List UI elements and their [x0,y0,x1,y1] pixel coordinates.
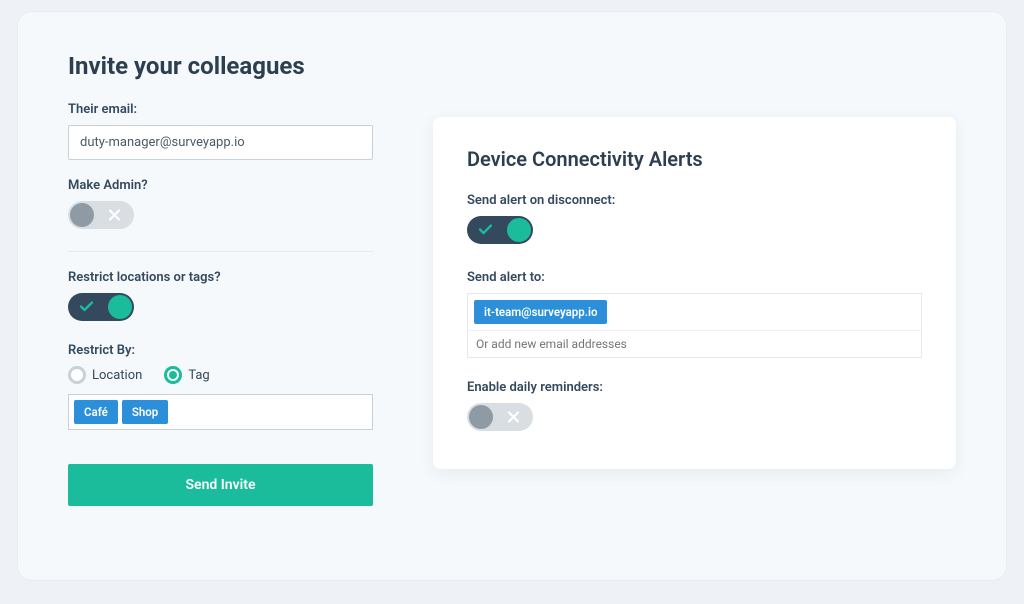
card-title: Device Connectivity Alerts [467,147,922,171]
radio-tag[interactable]: Tag [164,366,209,384]
reminders-label: Enable daily reminders: [467,380,922,395]
disconnect-toggle[interactable] [467,216,533,244]
radio-circle-icon [164,366,182,384]
make-admin-label: Make Admin? [68,178,373,193]
alert-email-box: it-team@surveyapp.io [467,293,922,358]
invite-form: Invite your colleagues Their email: Make… [68,52,373,506]
send-invite-button[interactable]: Send Invite [68,464,373,506]
radio-circle-icon [68,366,86,384]
check-icon [479,225,492,236]
x-icon [508,412,519,423]
email-chip[interactable]: it-team@surveyapp.io [474,300,607,324]
make-admin-toggle[interactable] [68,201,134,229]
add-email-input[interactable] [468,331,921,357]
page-container: Invite your colleagues Their email: Make… [18,12,1006,580]
tag-chip[interactable]: Shop [122,400,168,424]
restrict-label: Restrict locations or tags? [68,270,373,285]
reminders-toggle[interactable] [467,403,533,431]
radio-location-label: Location [92,368,142,383]
page-title: Invite your colleagues [68,52,373,80]
tag-input[interactable]: Café Shop [68,394,373,430]
radio-location[interactable]: Location [68,366,142,384]
email-input[interactable] [68,125,373,160]
radio-tag-label: Tag [188,368,209,383]
alerts-card: Device Connectivity Alerts Send alert on… [433,117,956,469]
send-to-label: Send alert to: [467,270,922,285]
email-label: Their email: [68,102,373,117]
check-icon [80,302,93,313]
x-icon [109,210,120,221]
restrict-by-label: Restrict By: [68,343,373,358]
disconnect-label: Send alert on disconnect: [467,193,922,208]
divider [68,251,373,252]
tag-chip[interactable]: Café [74,400,118,424]
restrict-toggle[interactable] [68,293,134,321]
